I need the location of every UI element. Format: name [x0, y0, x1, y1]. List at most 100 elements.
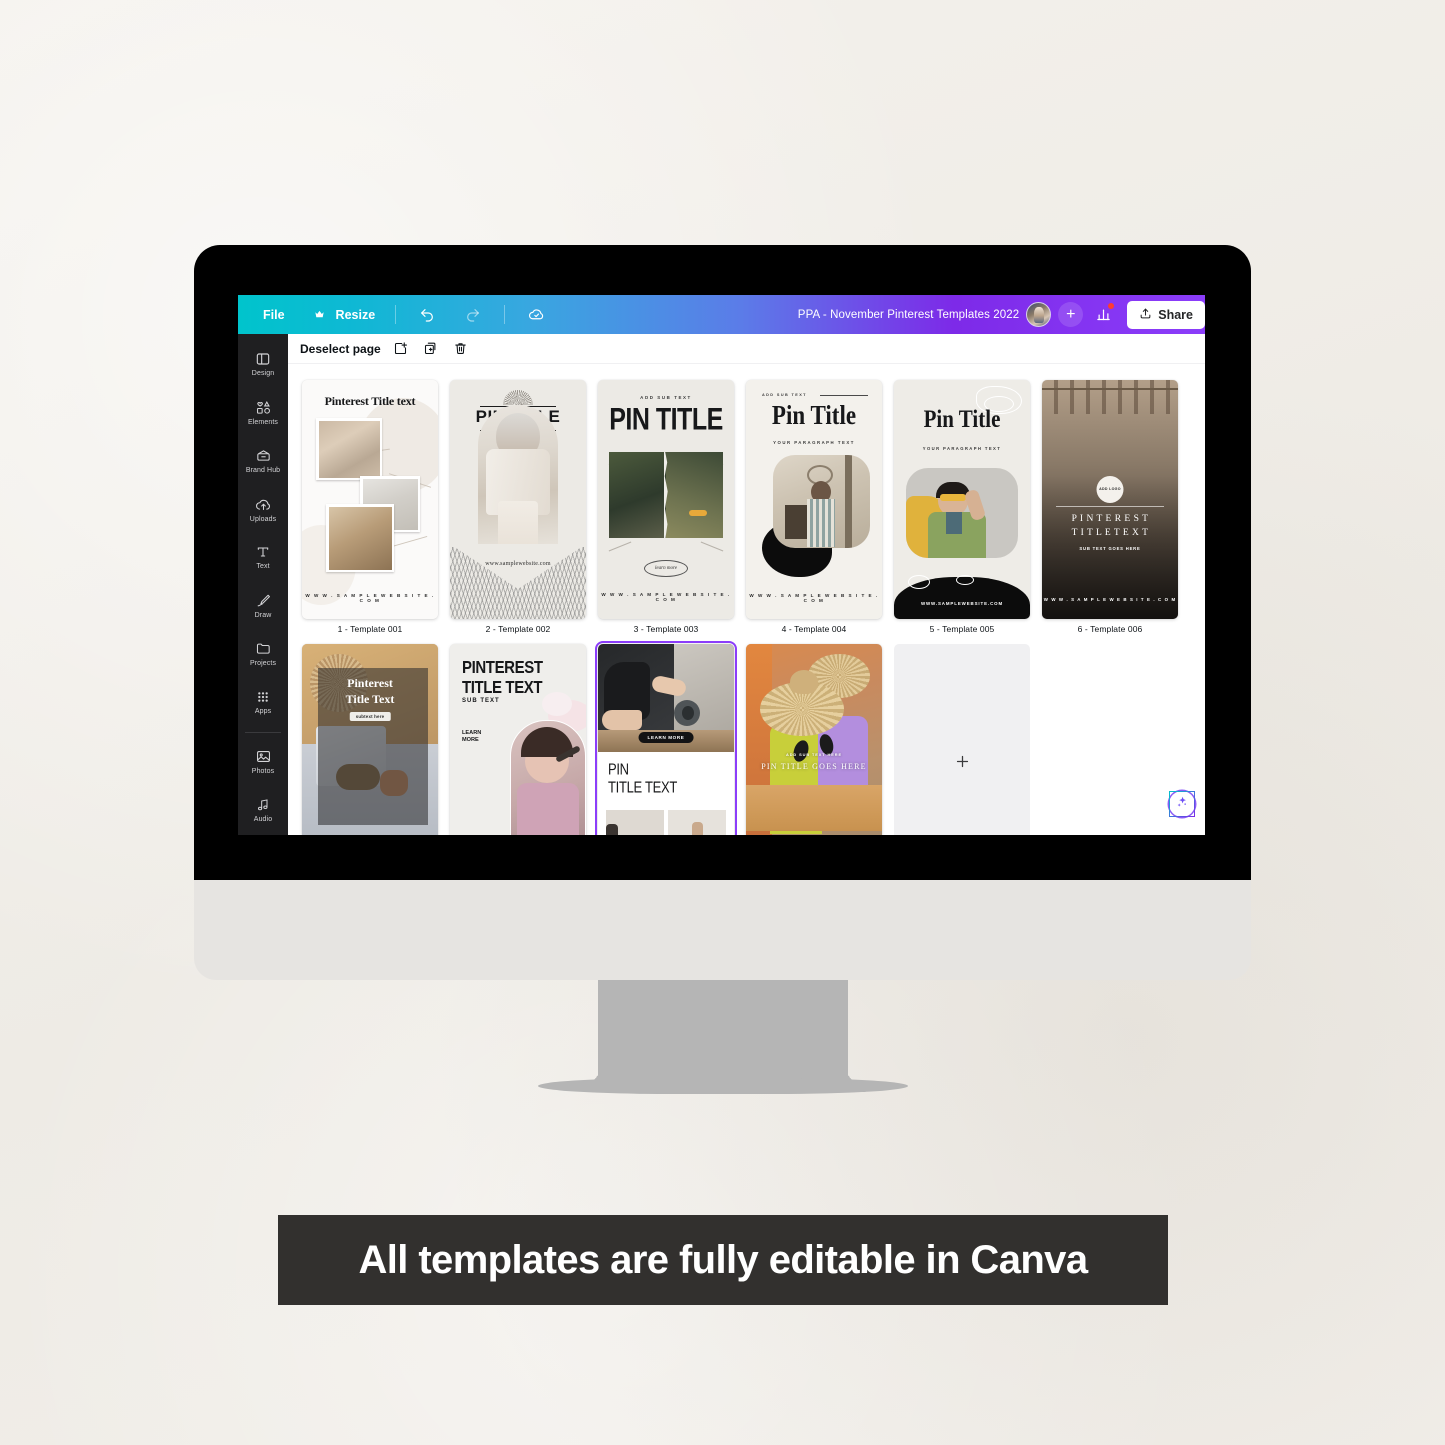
page9-title-line1: PIN: [608, 760, 629, 778]
sidebar-item-label: Photos: [251, 767, 275, 775]
duplicate-page-icon[interactable]: [421, 339, 441, 359]
page-cell[interactable]: PIN TITLE www.samplewebsite.: [450, 380, 586, 634]
sidebar-item-label: Uploads: [249, 515, 277, 523]
page-thumbnail-3[interactable]: ADD SUB TEXT PIN TITLE learn more W W W …: [598, 380, 734, 619]
page3-cta: learn more: [655, 566, 677, 571]
magic-sparkle-button[interactable]: [1169, 791, 1195, 817]
sidebar-item-design[interactable]: Design: [240, 341, 286, 387]
page-cell[interactable]: ADD SUB TEXT HERE PIN TITLE GOES HERE: [746, 644, 882, 835]
notification-dot: [1108, 302, 1115, 309]
page4-title: Pin Title: [771, 400, 857, 430]
undo-icon: [416, 304, 438, 326]
toolbar-divider-1: [395, 305, 397, 324]
page3-website: W W W . S A M P L E W E B S I T E . C O …: [601, 592, 731, 602]
page-action-toolbar: Deselect page: [288, 334, 1205, 364]
page4-paragraph: YOUR PARAGRAPH TEXT: [773, 440, 855, 445]
sidebar-item-brand-hub[interactable]: Brand Hub: [240, 438, 286, 484]
resize-button[interactable]: Resize: [298, 298, 387, 332]
trash-icon[interactable]: [451, 339, 471, 359]
page3-title: PIN TITLE: [609, 402, 723, 437]
layout-panel-icon: [255, 351, 271, 367]
plus-icon: [954, 753, 971, 775]
upload-cloud-icon: [255, 496, 272, 513]
page8-cta-line2: MORE: [462, 736, 479, 743]
page-thumbnail-4[interactable]: ADD SUB TEXT Pin Title YOUR PARAGRAPH TE…: [746, 380, 882, 619]
page-cell[interactable]: Pin Title YOUR PARAGRAPH TEXT WWW.SAMPLE…: [894, 380, 1030, 634]
pen-draw-icon: [255, 592, 272, 609]
page5-paragraph: YOUR PARAGRAPH TEXT: [922, 446, 1002, 451]
share-button[interactable]: Share: [1127, 300, 1205, 329]
sidebar-item-uploads[interactable]: Uploads: [240, 486, 286, 532]
brand-hub-icon: [255, 447, 272, 464]
page-thumbnail-9-selected[interactable]: LEARN MORE PIN TITLE TEXT: [595, 641, 737, 835]
page3-subtext: ADD SUB TEXT: [640, 395, 692, 400]
page9-cta: LEARN MORE: [638, 732, 694, 743]
document-title[interactable]: PPA - November Pinterest Templates 2022: [798, 309, 1019, 321]
page6-website: W W W . S A M P L E W E B S I T E . C O …: [1043, 597, 1177, 602]
app-topbar: File Resize PPA - November Pinterest Tem…: [238, 295, 1205, 334]
folder-icon: [255, 640, 272, 657]
file-menu-button[interactable]: File: [252, 302, 296, 328]
page1-title: Pinterest Title text: [324, 394, 416, 408]
page-caption: 6 - Template 006: [1077, 624, 1143, 634]
page10-title: PIN TITLE GOES HERE: [761, 762, 867, 771]
magic-sparkle-icon: [1175, 795, 1189, 814]
page-thumbnail-8[interactable]: PINTEREST TITLE TEXT SUB TEXT LEARN MORE: [450, 644, 586, 835]
add-collaborator-button[interactable]: +: [1058, 302, 1084, 327]
monitor-stand-foot: [538, 1078, 908, 1094]
page-cell[interactable]: Pinterest Title Text subtext here: [302, 644, 438, 835]
insights-button[interactable]: [1090, 302, 1116, 328]
sidebar-item-photos[interactable]: Photos: [240, 738, 286, 784]
page7-subtext: subtext here: [349, 712, 391, 721]
page-thumbnail-7[interactable]: Pinterest Title Text subtext here: [302, 644, 438, 835]
sidebar-item-audio[interactable]: Audio: [240, 787, 286, 833]
page-cell[interactable]: PINTEREST TITLE TEXT SUB TEXT LEARN MORE: [450, 644, 586, 835]
add-page-placeholder[interactable]: [894, 644, 1030, 835]
page7-title-line2: Title Text: [345, 692, 395, 706]
page8-subtext: SUB TEXT: [462, 698, 500, 704]
pages-grid: Pinterest Title text W W W . S A M P L E…: [288, 364, 1205, 835]
avatar[interactable]: [1026, 302, 1052, 327]
sidebar-item-label: Design: [251, 370, 275, 378]
crown-icon: [309, 304, 331, 326]
page4-subtext: ADD SUB TEXT: [762, 393, 807, 397]
page-caption: 2 - Template 002: [485, 624, 551, 634]
page-thumbnail-2[interactable]: PIN TITLE www.samplewebsite.: [450, 380, 586, 619]
sidebar-item-label: Brand Hub: [245, 467, 281, 475]
sidebar-item-draw[interactable]: Draw: [240, 582, 286, 628]
text-t-icon: [255, 544, 271, 560]
sidebar-item-label: Draw: [254, 612, 272, 620]
undo-button[interactable]: [405, 298, 449, 332]
monitor-stand-neck: [598, 980, 848, 1090]
page5-title: Pin Title: [923, 404, 1001, 433]
page-cell[interactable]: Pinterest Title text W W W . S A M P L E…: [302, 380, 438, 634]
page-cell[interactable]: ADD SUB TEXT PIN TITLE learn more W W W …: [598, 380, 734, 634]
page2-website: www.samplewebsite.com: [485, 561, 551, 567]
page-thumbnail-6[interactable]: ADD LOGO P I N T E R E S T T I T L E T E…: [1042, 380, 1178, 619]
page6-logo-line: ADD LOGO: [1099, 487, 1121, 492]
sidebar-item-text[interactable]: Text: [240, 534, 286, 580]
sidebar-item-label: Audio: [253, 815, 273, 823]
page-cell[interactable]: LEARN MORE PIN TITLE TEXT: [595, 641, 737, 835]
page-thumbnail-1[interactable]: Pinterest Title text W W W . S A M P L E…: [302, 380, 438, 619]
cloud-saved-button[interactable]: [514, 298, 558, 332]
sidebar-item-apps[interactable]: Apps: [240, 679, 286, 725]
page-cell[interactable]: ADD SUB TEXT Pin Title YOUR PARAGRAPH TE…: [746, 380, 882, 634]
sidebar-divider: [245, 732, 281, 734]
sidebar-item-elements[interactable]: Elements: [240, 389, 286, 435]
pages-panel: Deselect page Pinterest Title text W W W…: [288, 334, 1205, 835]
sidebar-item-projects[interactable]: Projects: [240, 631, 286, 677]
page5-website: WWW.SAMPLEWEBSITE.COM: [920, 601, 1004, 606]
page-cell[interactable]: ADD LOGO P I N T E R E S T T I T L E T E…: [1042, 380, 1178, 634]
redo-icon: [462, 304, 484, 326]
toolbar-divider-2: [504, 305, 506, 324]
redo-button[interactable]: [451, 298, 495, 332]
page-cell-add[interactable]: [894, 644, 1030, 835]
deselect-page-button[interactable]: Deselect page: [300, 342, 381, 356]
page8-title-line1: PINTEREST: [462, 658, 543, 678]
page-thumbnail-10[interactable]: ADD SUB TEXT HERE PIN TITLE GOES HERE: [746, 644, 882, 835]
add-page-icon[interactable]: [391, 339, 411, 359]
page8-title-line2: TITLE TEXT: [462, 678, 543, 698]
page7-title-line1: Pinterest: [347, 676, 393, 690]
page-thumbnail-5[interactable]: Pin Title YOUR PARAGRAPH TEXT WWW.SAMPLE…: [894, 380, 1030, 619]
